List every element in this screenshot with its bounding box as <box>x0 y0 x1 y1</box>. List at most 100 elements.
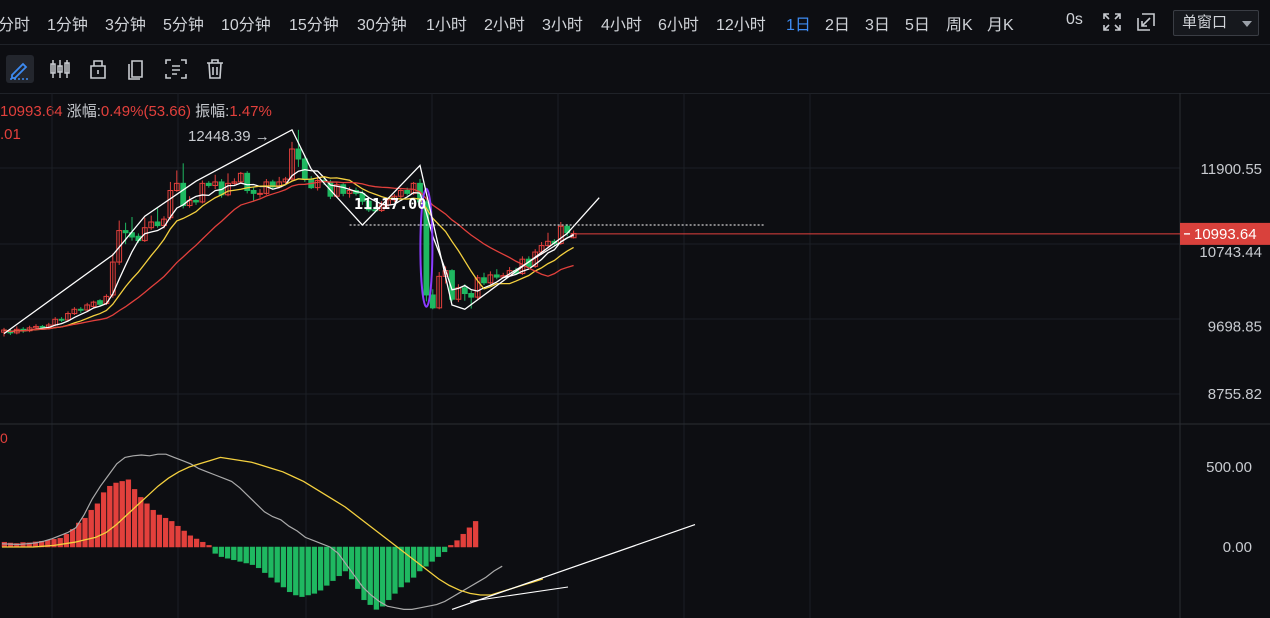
candle-body <box>58 318 65 321</box>
interval-15[interactable]: 3日 <box>865 11 890 35</box>
macd-bar <box>187 535 194 548</box>
macd-bar <box>392 546 398 594</box>
macd-bar <box>286 546 293 593</box>
macd-bar <box>417 546 423 572</box>
candle-body <box>122 230 129 234</box>
macd-bar <box>131 489 138 548</box>
candle-body <box>429 294 436 309</box>
macd-bar <box>280 546 287 588</box>
macd-bar <box>274 546 280 583</box>
interval-14[interactable]: 2日 <box>825 11 850 35</box>
candle-body <box>461 287 468 295</box>
interval-4[interactable]: 10分钟 <box>221 11 271 35</box>
macd-bar <box>150 509 156 548</box>
price-tick: 10743.44 <box>1199 244 1262 261</box>
macd-bar <box>144 503 150 548</box>
macd-bar <box>460 533 466 548</box>
interval-12[interactable]: 12小时 <box>716 11 766 35</box>
interval-2[interactable]: 3分钟 <box>105 11 146 35</box>
candlestick-icon[interactable] <box>46 55 74 83</box>
candle-body <box>154 221 161 227</box>
candle-body <box>205 182 212 186</box>
macd-bar <box>138 497 144 548</box>
macd-bar <box>423 546 429 567</box>
interval-17[interactable]: 周K <box>946 11 973 35</box>
macd-bar <box>156 514 163 548</box>
window-mode-select[interactable]: 单窗口 <box>1173 10 1259 36</box>
macd-bar <box>336 546 342 577</box>
macd-bar <box>1 541 8 548</box>
interval-5[interactable]: 15分钟 <box>289 11 339 35</box>
macd-bar <box>429 546 435 562</box>
price-tick: 8755.82 <box>1208 386 1262 403</box>
interval-11[interactable]: 6小时 <box>658 11 699 35</box>
pencil-icon[interactable] <box>6 55 34 83</box>
macd-bar <box>342 546 349 572</box>
copy-icon[interactable] <box>123 55 151 83</box>
price-chart[interactable]: 11900.55 10743.44 9698.85 8755.82 500.00 0.00… <box>0 93 1270 618</box>
chevron-down-icon <box>1242 21 1252 27</box>
screenshot-icon[interactable] <box>162 55 190 83</box>
macd-bar <box>212 546 218 554</box>
macd-bar <box>94 503 101 548</box>
interval-8[interactable]: 2小时 <box>484 11 525 35</box>
macd-bar <box>175 525 181 548</box>
candle-body <box>423 201 430 296</box>
refresh-timer: 0s <box>1066 11 1083 28</box>
level-label: 11117.00 <box>354 195 426 213</box>
interval-7[interactable]: 1小时 <box>426 11 467 35</box>
macd-bar <box>57 537 63 548</box>
macd-bar <box>268 546 274 578</box>
candle-body <box>250 190 257 194</box>
macd-bar <box>466 527 473 548</box>
candle-body <box>193 200 199 203</box>
macd-bar <box>386 546 392 601</box>
price-tick: 11900.55 <box>1201 161 1262 178</box>
fullscreen-icon[interactable] <box>1102 12 1122 32</box>
macd-bar <box>293 546 299 596</box>
interval-13[interactable]: 1日 <box>786 11 811 35</box>
macd-bar <box>231 546 237 561</box>
interval-1[interactable]: 1分钟 <box>47 11 88 35</box>
macd-bar <box>218 546 225 557</box>
macd-bar <box>299 546 305 597</box>
macd-bar <box>379 546 386 607</box>
interval-16[interactable]: 5日 <box>905 11 930 35</box>
macd-bar <box>169 521 175 548</box>
macd-tick: 500.00 <box>1206 459 1252 476</box>
interval-6[interactable]: 30分钟 <box>357 11 407 35</box>
candle-body <box>295 148 302 160</box>
macd-bar <box>63 533 70 548</box>
macd-bar <box>82 517 88 548</box>
macd-bar <box>255 546 262 569</box>
popout-window-icon[interactable] <box>1136 12 1156 32</box>
macd-tick: 0.00 <box>1223 539 1252 556</box>
macd-bar <box>200 541 206 548</box>
current-price-text: 10993.64 <box>1194 226 1257 243</box>
macd-bar <box>398 546 404 588</box>
macd-fragment: 0 <box>0 430 8 446</box>
macd-bar <box>206 545 212 548</box>
interval-18[interactable]: 月K <box>987 11 1014 35</box>
candle-body <box>39 325 46 328</box>
candle-body <box>257 192 263 195</box>
candle-body <box>468 293 475 298</box>
candle-body <box>404 190 411 194</box>
macd-bar <box>454 540 460 548</box>
trash-icon[interactable] <box>201 55 229 83</box>
interval-0[interactable]: 分时 <box>0 11 30 35</box>
macd-bar <box>119 481 125 548</box>
macd-bar <box>410 546 417 578</box>
price-tick: 9698.85 <box>1208 319 1262 336</box>
interval-10[interactable]: 4小时 <box>601 11 642 35</box>
macd-bar <box>435 546 442 557</box>
macd-bar <box>262 546 268 573</box>
interval-3[interactable]: 5分钟 <box>163 11 204 35</box>
macd-bar <box>404 546 411 583</box>
macd-bar <box>224 546 231 559</box>
interval-9[interactable]: 3小时 <box>542 11 583 35</box>
cube-icon[interactable] <box>84 55 112 83</box>
macd-bar <box>311 546 318 594</box>
candle-body <box>77 308 84 311</box>
macd-bar <box>69 529 76 548</box>
